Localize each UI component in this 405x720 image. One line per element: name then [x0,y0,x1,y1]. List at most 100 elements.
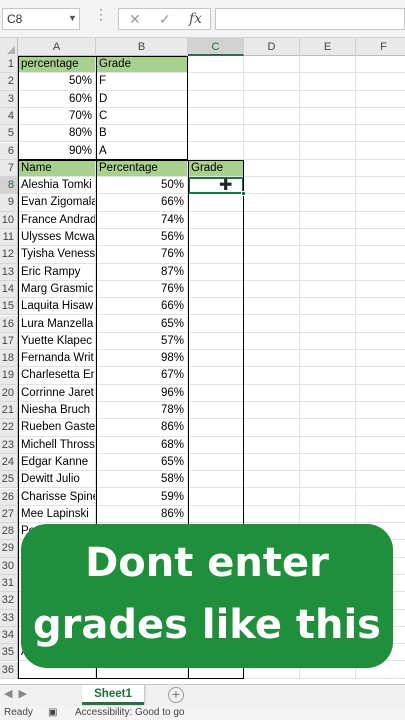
student-percentage-cell[interactable]: 86% [96,419,188,437]
student-name-cell[interactable]: Michell Thross [18,436,96,454]
grid-cell[interactable] [244,229,300,247]
grid-cell[interactable] [244,453,300,472]
row-header[interactable]: 7 [0,159,18,178]
row-header[interactable]: 12 [0,246,18,264]
row-header[interactable]: 22 [0,419,18,437]
cancel-icon[interactable]: ✕ [129,10,141,28]
row-header[interactable]: 30 [0,557,18,575]
row-header[interactable]: 25 [0,471,18,489]
grade-table-cell[interactable]: 60% [18,90,96,108]
grid-cell[interactable] [300,350,356,368]
grid-cell[interactable] [244,177,300,195]
grid-cell[interactable] [300,367,356,385]
grid-cell[interactable] [356,73,405,91]
grid-cell[interactable] [356,384,405,402]
more-icon[interactable]: ⋮ [94,6,109,23]
row-header[interactable]: 36 [0,661,18,679]
grid-cell[interactable] [300,56,356,74]
grid-cell[interactable] [300,453,356,472]
student-grade-cell[interactable] [188,332,244,351]
student-grade-cell[interactable] [188,298,244,316]
student-percentage-cell[interactable]: 68% [96,436,188,454]
student-grade-cell[interactable] [188,453,244,472]
grid-cell[interactable] [300,315,356,333]
student-grade-cell[interactable] [188,471,244,489]
student-table-header[interactable]: Name [18,159,96,178]
grid-cell[interactable] [300,142,356,160]
student-name-cell[interactable]: Ulysses Mcwa [18,229,96,247]
student-name-cell[interactable]: Mee Lapinski [18,505,96,524]
grid-cell[interactable] [188,125,244,143]
student-grade-cell[interactable] [188,350,244,368]
grid-cell[interactable] [244,73,300,91]
grid-cell[interactable] [244,505,300,524]
row-header[interactable]: 29 [0,540,18,558]
grid-cell[interactable] [244,280,300,299]
grid-cell[interactable] [244,350,300,368]
student-percentage-cell[interactable]: 78% [96,402,188,420]
grid-cell[interactable] [244,298,300,316]
grade-table-cell[interactable]: 80% [18,125,96,143]
row-header[interactable]: 4 [0,107,18,126]
grid-cell[interactable] [356,229,405,247]
student-name-cell[interactable]: France Andrad [18,211,96,229]
row-header[interactable]: 34 [0,626,18,645]
grid-cell[interactable] [300,471,356,489]
row-header[interactable]: 9 [0,194,18,212]
student-percentage-cell[interactable]: 57% [96,332,188,351]
student-percentage-cell[interactable]: 98% [96,350,188,368]
grid-cell[interactable] [188,73,244,91]
grid-cell[interactable] [300,246,356,264]
student-grade-cell[interactable] [188,367,244,385]
student-name-cell[interactable]: Charisse Spine [18,488,96,506]
grid-cell[interactable] [300,177,356,195]
student-name-cell[interactable]: Corrinne Jaret [18,384,96,402]
grid-cell[interactable] [356,107,405,126]
grid-cell[interactable] [356,298,405,316]
row-header[interactable]: 18 [0,350,18,368]
student-name-cell[interactable]: Niesha Bruch [18,402,96,420]
student-percentage-cell[interactable]: 66% [96,298,188,316]
grid-cell[interactable] [244,402,300,420]
grid-cell[interactable] [356,436,405,454]
student-grade-cell[interactable] [188,246,244,264]
grade-table-header[interactable]: Grade [96,56,188,74]
grid-cell[interactable] [356,332,405,351]
student-percentage-cell[interactable]: 86% [96,505,188,524]
student-table-header[interactable]: Percentage [96,159,188,178]
grid-cell[interactable] [244,315,300,333]
grid-cell[interactable] [244,125,300,143]
student-grade-cell[interactable] [188,194,244,212]
grade-table-cell[interactable]: A [96,142,188,160]
grid-cell[interactable] [244,263,300,281]
selected-cell-c8[interactable] [188,177,244,195]
grid-cell[interactable] [356,402,405,420]
row-header[interactable]: 27 [0,505,18,524]
row-header[interactable]: 11 [0,229,18,247]
student-name-cell[interactable]: Edgar Kanne [18,453,96,472]
row-header[interactable]: 14 [0,280,18,299]
row-header[interactable]: 23 [0,436,18,454]
row-header[interactable]: 17 [0,332,18,351]
row-header[interactable]: 33 [0,609,18,627]
student-grade-cell[interactable] [188,229,244,247]
student-grade-cell[interactable] [188,402,244,420]
student-percentage-cell[interactable]: 65% [96,453,188,472]
grid-cell[interactable] [300,505,356,524]
student-grade-cell[interactable] [188,436,244,454]
sheet-tab-active[interactable]: Sheet1 [82,685,144,705]
student-percentage-cell[interactable]: 58% [96,471,188,489]
grid-cell[interactable] [356,419,405,437]
grade-table-cell[interactable]: D [96,90,188,108]
fill-handle[interactable] [241,191,246,197]
student-grade-cell[interactable] [188,384,244,402]
row-header[interactable]: 8 [0,177,18,195]
student-percentage-cell[interactable]: 87% [96,263,188,281]
row-header[interactable]: 10 [0,211,18,229]
grid-cell[interactable] [356,505,405,524]
student-grade-cell[interactable] [188,315,244,333]
student-grade-cell[interactable] [188,263,244,281]
grid-cell[interactable] [300,194,356,212]
grid-cell[interactable] [244,194,300,212]
student-name-cell[interactable]: Fernanda Writ [18,350,96,368]
